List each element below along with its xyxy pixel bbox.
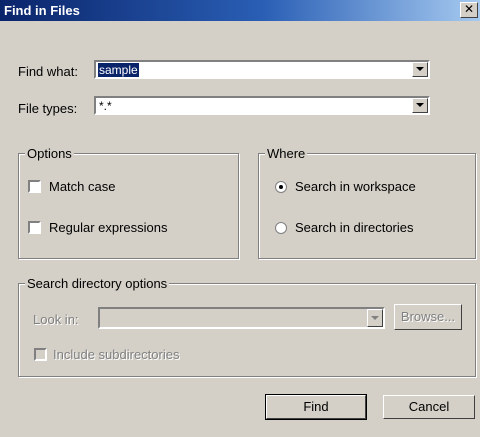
- chevron-down-icon: [416, 103, 424, 107]
- browse-button[interactable]: Browse...: [394, 304, 462, 330]
- where-group: Where: [258, 146, 476, 259]
- radio-selected-dot: [279, 185, 283, 189]
- browse-button-label: Browse...: [400, 309, 456, 324]
- close-button[interactable]: ✕: [460, 2, 478, 18]
- file-types-value: *.*: [99, 99, 112, 113]
- find-what-value: sample: [98, 63, 139, 77]
- search-directories-label[interactable]: Search in directories: [295, 220, 414, 235]
- match-case-checkbox[interactable]: [28, 180, 41, 193]
- look-in-dropdown-button[interactable]: [367, 309, 383, 327]
- include-subdirectories-checkbox[interactable]: [34, 348, 47, 361]
- look-in-value: [102, 310, 104, 324]
- regex-checkbox[interactable]: [28, 221, 41, 234]
- regex-label[interactable]: Regular expressions: [49, 220, 168, 235]
- include-subdirectories-label[interactable]: Include subdirectories: [53, 347, 179, 362]
- find-button[interactable]: Find: [265, 394, 367, 420]
- where-legend: Where: [265, 146, 308, 161]
- chevron-down-icon: [416, 67, 424, 71]
- search-workspace-label[interactable]: Search in workspace: [295, 179, 416, 194]
- find-in-files-dialog: Find in Files ✕ Find what: sample File t…: [0, 0, 480, 437]
- chevron-down-icon: [371, 316, 379, 320]
- dialog-title: Find in Files: [4, 3, 80, 18]
- find-what-combo[interactable]: sample: [94, 60, 430, 79]
- file-types-combo[interactable]: *.*: [94, 96, 430, 115]
- find-what-dropdown-button[interactable]: [412, 62, 428, 77]
- title-bar[interactable]: Find in Files ✕: [0, 0, 480, 21]
- search-workspace-radio[interactable]: [275, 181, 287, 193]
- search-directories-radio[interactable]: [275, 222, 287, 234]
- cancel-button-label: Cancel: [408, 399, 450, 414]
- options-group: Options: [18, 146, 239, 259]
- look-in-label: Look in:: [33, 312, 79, 327]
- options-legend: Options: [25, 146, 74, 161]
- file-types-label: File types:: [18, 101, 78, 116]
- search-directory-options-group: Search directory options: [18, 276, 476, 377]
- close-icon: ✕: [463, 2, 475, 16]
- search-directory-options-legend: Search directory options: [25, 276, 170, 291]
- cancel-button[interactable]: Cancel: [383, 395, 475, 419]
- find-button-label: Find: [303, 399, 329, 414]
- match-case-label[interactable]: Match case: [49, 179, 115, 194]
- file-types-dropdown-button[interactable]: [412, 98, 428, 113]
- find-what-label: Find what:: [18, 64, 78, 79]
- look-in-combo[interactable]: [98, 307, 385, 329]
